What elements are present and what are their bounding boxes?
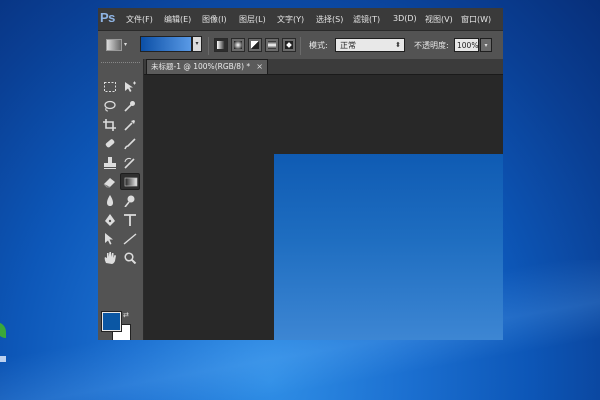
linear-gradient-button[interactable] bbox=[214, 38, 228, 52]
opacity-input[interactable]: 100% bbox=[454, 38, 479, 52]
mode-select-arrow-icon: ⬍ bbox=[395, 41, 401, 49]
menu-type[interactable]: 文字(Y) bbox=[277, 14, 304, 25]
menu-edit[interactable]: 编辑(E) bbox=[164, 14, 191, 25]
tool-preset-arrow-icon[interactable]: ▾ bbox=[124, 41, 127, 48]
mode-select[interactable]: 正常 ⬍ bbox=[335, 38, 405, 52]
diamond-gradient-icon bbox=[285, 41, 293, 49]
reflected-gradient-icon bbox=[268, 41, 276, 49]
menu-window[interactable]: 窗口(W) bbox=[461, 14, 491, 25]
line-tool-icon[interactable] bbox=[120, 231, 140, 248]
foreground-color-swatch[interactable] bbox=[102, 312, 121, 331]
document-tab-title: 未标题-1 @ 100%(RGB/8) * bbox=[151, 62, 251, 71]
mode-select-value: 正常 bbox=[340, 41, 356, 50]
move-tool-icon[interactable] bbox=[120, 79, 140, 96]
tool-preset-picker[interactable] bbox=[106, 39, 122, 51]
angle-gradient-icon bbox=[251, 41, 259, 49]
document-tab-bar: 未标题-1 @ 100%(RGB/8) * × bbox=[144, 59, 503, 75]
mode-label: 模式: bbox=[309, 41, 328, 50]
menu-select[interactable]: 选择(S) bbox=[316, 14, 343, 25]
tools-panel: ⇄ bbox=[98, 59, 144, 340]
crop-tool-icon[interactable] bbox=[100, 117, 120, 134]
marquee-tool-icon[interactable] bbox=[100, 79, 120, 96]
radial-gradient-button[interactable] bbox=[231, 38, 245, 52]
opacity-slider-arrow-icon[interactable]: ▾ bbox=[480, 38, 492, 52]
photoshop-logo: Ps bbox=[100, 10, 115, 25]
menu-image[interactable]: 图像(I) bbox=[202, 14, 227, 25]
menu-bar: Ps 文件(F) 编辑(E) 图像(I) 图层(L) 文字(Y) 选择(S) 滤… bbox=[98, 8, 503, 30]
healing-brush-tool-icon[interactable] bbox=[100, 136, 120, 153]
menu-file[interactable]: 文件(F) bbox=[126, 14, 153, 25]
clone-stamp-tool-icon[interactable] bbox=[100, 155, 120, 172]
linear-gradient-icon bbox=[217, 41, 225, 49]
document-tab[interactable]: 未标题-1 @ 100%(RGB/8) * × bbox=[146, 59, 268, 74]
tools-panel-grip[interactable] bbox=[101, 62, 140, 66]
menu-layer[interactable]: 图层(L) bbox=[239, 14, 266, 25]
opacity-label: 不透明度: bbox=[414, 41, 449, 50]
options-separator bbox=[300, 37, 301, 55]
dodge-tool-icon[interactable] bbox=[120, 193, 140, 210]
default-colors-icon[interactable] bbox=[101, 333, 108, 340]
document-canvas[interactable] bbox=[274, 154, 503, 340]
reflected-gradient-button[interactable] bbox=[265, 38, 279, 52]
blur-tool-icon[interactable] bbox=[100, 193, 120, 210]
quick-selection-tool-icon[interactable] bbox=[120, 98, 140, 115]
lasso-tool-icon[interactable] bbox=[100, 98, 120, 115]
eraser-tool-icon[interactable] bbox=[100, 174, 120, 191]
menu-3d[interactable]: 3D(D) bbox=[393, 14, 417, 23]
menu-filter[interactable]: 滤镜(T) bbox=[353, 14, 380, 25]
gradient-dropdown-arrow-icon[interactable]: ▾ bbox=[192, 36, 202, 52]
path-selection-tool-icon[interactable] bbox=[100, 231, 120, 248]
eyedropper-tool-icon[interactable] bbox=[120, 117, 140, 134]
close-icon[interactable]: × bbox=[256, 60, 263, 74]
menu-view[interactable]: 视图(V) bbox=[425, 14, 453, 25]
options-separator bbox=[208, 37, 209, 55]
type-tool-icon[interactable] bbox=[120, 212, 140, 229]
document-area: 未标题-1 @ 100%(RGB/8) * × bbox=[144, 59, 503, 340]
zoom-tool-icon[interactable] bbox=[120, 250, 140, 267]
pen-tool-icon[interactable] bbox=[100, 212, 120, 229]
diamond-gradient-button[interactable] bbox=[282, 38, 296, 52]
radial-gradient-icon bbox=[234, 41, 242, 49]
angle-gradient-button[interactable] bbox=[248, 38, 262, 52]
gradient-tool-icon[interactable] bbox=[120, 173, 140, 190]
desktop-flag-icon[interactable] bbox=[0, 356, 6, 362]
options-bar: ▾ ▾ 模式: 正常 ⬍ 不透明度: 100% ▾ bbox=[98, 30, 503, 61]
history-brush-tool-icon[interactable] bbox=[120, 155, 140, 172]
workspace[interactable] bbox=[144, 75, 503, 340]
gradient-picker[interactable] bbox=[140, 36, 192, 52]
hand-tool-icon[interactable] bbox=[100, 250, 120, 267]
photoshop-window: Ps 文件(F) 编辑(E) 图像(I) 图层(L) 文字(Y) 选择(S) 滤… bbox=[98, 8, 503, 340]
swap-colors-icon[interactable]: ⇄ bbox=[123, 311, 131, 319]
brush-tool-icon[interactable] bbox=[120, 136, 140, 153]
